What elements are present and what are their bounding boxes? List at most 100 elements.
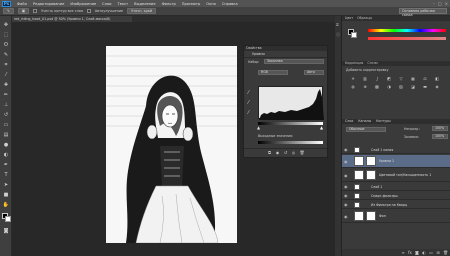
- visibility-eye-icon[interactable]: ◉: [344, 155, 349, 168]
- posterize-icon[interactable]: ▨: [398, 84, 404, 89]
- eyedropper-gray-icon[interactable]: ⁄: [248, 100, 249, 106]
- channel-select[interactable]: RGB: [258, 70, 288, 75]
- quick-select-tool-icon[interactable]: ✎: [3, 8, 14, 14]
- tab-swatches[interactable]: Образцы: [357, 16, 372, 21]
- levels-icon[interactable]: ▥: [362, 76, 368, 81]
- pen-tool-icon[interactable]: ✒: [2, 162, 10, 168]
- quick-mask-icon[interactable]: ◙: [2, 228, 10, 234]
- layer-row[interactable]: ◉ Цветовой тон/Насыщенность 1: [342, 169, 450, 182]
- eraser-tool-icon[interactable]: ▭: [2, 122, 10, 128]
- visibility-eye-icon[interactable]: ◉: [344, 192, 349, 200]
- close-icon[interactable]: ×: [445, 1, 448, 6]
- eyedropper-black-icon[interactable]: ⁄: [248, 90, 249, 96]
- reset-icon[interactable]: ↺: [284, 151, 288, 155]
- color-lookup-icon[interactable]: ▩: [374, 84, 380, 89]
- menu-file[interactable]: Файл: [14, 2, 30, 6]
- color-balance-icon[interactable]: ⚖: [422, 76, 428, 81]
- refine-edge-button[interactable]: Уточн. край: [127, 8, 157, 14]
- selection-mode-icon[interactable]: ▣: [17, 8, 30, 14]
- visibility-eye-icon[interactable]: ◉: [344, 169, 349, 182]
- eyedropper-white-icon[interactable]: ⁄: [248, 110, 249, 116]
- new-adjustment-icon[interactable]: ◐: [422, 250, 426, 255]
- history-brush-icon[interactable]: ↺: [2, 112, 10, 118]
- photo-filter-icon[interactable]: ◍: [350, 84, 356, 89]
- new-layer-icon[interactable]: ⊞: [436, 250, 440, 255]
- white-point-slider[interactable]: ▲: [320, 125, 323, 130]
- stamp-tool-icon[interactable]: ⊥: [2, 102, 10, 108]
- color-panel-background[interactable]: [351, 32, 357, 38]
- tab-layers[interactable]: Слои: [345, 119, 353, 124]
- fill-input[interactable]: 100%: [432, 134, 448, 139]
- blend-mode-select[interactable]: Обычные: [346, 127, 386, 132]
- marquee-tool-icon[interactable]: ⬚: [2, 32, 10, 38]
- layer-row[interactable]: ◉ Фон: [342, 210, 450, 223]
- opacity-input[interactable]: 100%: [432, 126, 448, 131]
- layer-mask-thumbnail[interactable]: [366, 211, 376, 221]
- layer-row[interactable]: ◉ Смарт-фильтры: [342, 192, 450, 200]
- visibility-eye-icon[interactable]: ◉: [344, 183, 349, 191]
- tab-styles[interactable]: Стили: [367, 61, 377, 66]
- invert-icon[interactable]: ◑: [386, 84, 392, 89]
- blur-tool-icon[interactable]: ●: [2, 142, 10, 148]
- menu-help[interactable]: Справка: [219, 2, 241, 6]
- black-point-slider[interactable]: ▲: [257, 125, 260, 130]
- visibility-eye-icon[interactable]: ◉: [344, 146, 349, 154]
- curves-icon[interactable]: ∫: [374, 76, 380, 81]
- layer-mask-thumbnail[interactable]: [366, 156, 376, 166]
- layer-row[interactable]: ◉ Слой 1: [342, 183, 450, 191]
- tab-adjustments[interactable]: Коррекция: [345, 61, 363, 66]
- shape-tool-icon[interactable]: ■: [2, 192, 10, 198]
- add-mask-icon[interactable]: ◙: [415, 250, 419, 255]
- menu-filter[interactable]: Фильтр: [159, 2, 179, 6]
- lasso-tool-icon[interactable]: ʘ: [2, 42, 10, 48]
- menu-text[interactable]: Текст: [115, 2, 132, 6]
- delete-layer-icon[interactable]: 🗑: [443, 250, 448, 255]
- crop-tool-icon[interactable]: ⌗: [2, 62, 10, 68]
- gradient-map-icon[interactable]: ▬: [422, 84, 428, 89]
- layer-row[interactable]: ◉ Уровни 1: [342, 155, 450, 168]
- menu-edit[interactable]: Редактирование: [30, 2, 67, 6]
- dodge-tool-icon[interactable]: ◐: [2, 152, 10, 158]
- healing-tool-icon[interactable]: ✚: [2, 82, 10, 88]
- tab-channels[interactable]: Каналы: [358, 119, 371, 124]
- color-ramp[interactable]: [368, 37, 446, 40]
- hue-saturation-icon[interactable]: ▦: [410, 76, 416, 81]
- history-icon[interactable]: ⧖: [336, 22, 339, 27]
- new-group-icon[interactable]: ▭: [429, 250, 433, 255]
- minimize-icon[interactable]: –: [433, 1, 435, 6]
- info-icon[interactable]: ⓘ: [336, 32, 340, 38]
- delete-icon[interactable]: 🗑: [300, 151, 305, 155]
- gradient-tool-icon[interactable]: ▤: [2, 132, 10, 138]
- sample-all-checkbox[interactable]: [33, 9, 38, 13]
- tab-color[interactable]: Цвет: [345, 16, 353, 21]
- auto-enhance-checkbox[interactable]: [86, 9, 91, 13]
- move-tool-icon[interactable]: ✥: [2, 22, 10, 28]
- brush-tool-icon[interactable]: ✏: [2, 92, 10, 98]
- path-select-tool-icon[interactable]: ➤: [2, 182, 10, 188]
- menu-select[interactable]: Выделение: [131, 2, 158, 6]
- layer-row[interactable]: ◉ Слой 1 копия: [342, 146, 450, 154]
- link-layers-icon[interactable]: ∞: [401, 250, 405, 255]
- preset-select[interactable]: Заказная: [264, 59, 324, 64]
- channel-mixer-icon[interactable]: ⊕: [362, 84, 368, 89]
- tab-paths[interactable]: Контуры: [376, 119, 391, 124]
- layer-mask-thumbnail[interactable]: [366, 170, 376, 180]
- layer-style-icon[interactable]: fx: [408, 250, 412, 255]
- layer-row[interactable]: ◉ Из Фильтра на Кварц: [342, 201, 450, 209]
- hue-ramp[interactable]: [368, 29, 446, 32]
- background-color-swatch[interactable]: [5, 216, 11, 222]
- workspace-select[interactable]: Основная рабочая среда: [399, 8, 447, 17]
- black-white-icon[interactable]: ◧: [434, 76, 440, 81]
- hand-tool-icon[interactable]: ✋: [2, 202, 10, 208]
- type-tool-icon[interactable]: T: [2, 172, 10, 178]
- maximize-icon[interactable]: □: [438, 1, 442, 6]
- visibility-icon[interactable]: ◎: [292, 151, 296, 155]
- eyedropper-tool-icon[interactable]: ⁄: [2, 72, 10, 78]
- menu-layers[interactable]: Слои: [99, 2, 114, 6]
- menu-window[interactable]: Окно: [203, 2, 219, 6]
- visibility-eye-icon[interactable]: ◉: [344, 210, 349, 223]
- quick-select-tool-icon[interactable]: ✎: [2, 52, 10, 58]
- view-previous-icon[interactable]: ◉: [276, 151, 280, 155]
- menu-image[interactable]: Изображение: [67, 2, 99, 6]
- visibility-eye-icon[interactable]: ◉: [344, 201, 349, 209]
